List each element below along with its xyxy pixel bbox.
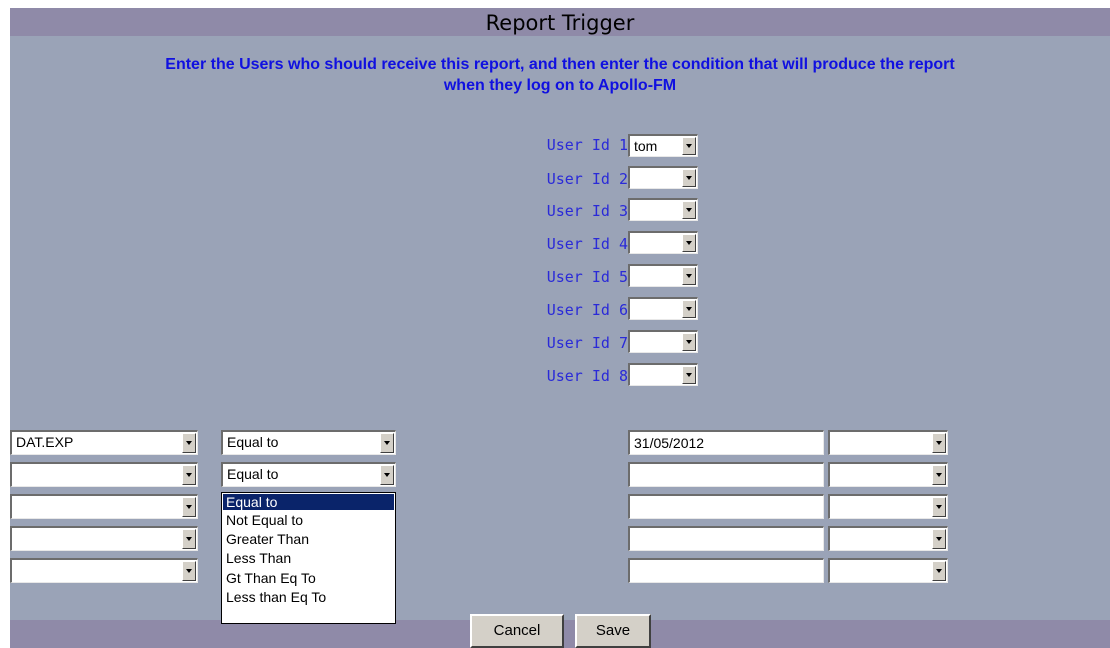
condition-value-input-1[interactable]: 31/05/2012 xyxy=(628,430,824,455)
condition-operator-value: Equal to xyxy=(227,434,279,450)
instructions-text: Enter the Users who should receive this … xyxy=(10,54,1110,96)
save-button[interactable]: Save xyxy=(575,614,651,648)
chevron-down-icon[interactable] xyxy=(682,201,696,219)
user-id-label: User Id 5 xyxy=(546,268,628,286)
user-id-select-5[interactable] xyxy=(628,264,698,287)
dropdown-option-less-than[interactable]: Less Than xyxy=(223,550,394,566)
chevron-down-icon[interactable] xyxy=(682,333,696,351)
user-id-label: User Id 2 xyxy=(546,170,628,188)
condition-value-text: 31/05/2012 xyxy=(634,435,705,451)
user-id-label: User Id 1 xyxy=(546,136,628,154)
user-row-5: User Id 5 xyxy=(510,264,628,288)
user-id-label: User Id 8 xyxy=(546,367,628,385)
user-row-3: User Id 3 xyxy=(510,198,628,222)
chevron-down-icon[interactable] xyxy=(932,465,946,485)
chevron-down-icon[interactable] xyxy=(182,497,196,517)
chevron-down-icon[interactable] xyxy=(932,529,946,549)
dropdown-option-greater-than[interactable]: Greater Than xyxy=(223,531,394,547)
condition-operator-select-1[interactable]: Equal to xyxy=(221,430,396,455)
operator-dropdown-list[interactable]: Equal to Not Equal to Greater Than Less … xyxy=(221,492,396,624)
condition-field-value: DAT.EXP xyxy=(16,434,74,450)
user-id-label: User Id 3 xyxy=(546,202,628,220)
user-id-select-3[interactable] xyxy=(628,198,698,221)
chevron-down-icon[interactable] xyxy=(182,529,196,549)
user-row-7: User Id 7 xyxy=(510,330,628,354)
condition-connector-select-5[interactable] xyxy=(828,558,948,583)
condition-field-select-1[interactable]: DAT.EXP xyxy=(10,430,198,455)
user-row-2: User Id 2 xyxy=(510,166,628,190)
chevron-down-icon[interactable] xyxy=(380,433,394,453)
condition-field-select-5[interactable] xyxy=(10,558,198,583)
chevron-down-icon[interactable] xyxy=(380,465,394,485)
chevron-down-icon[interactable] xyxy=(182,433,196,453)
condition-connector-select-4[interactable] xyxy=(828,526,948,551)
report-trigger-window: Report Trigger Enter the Users who shoul… xyxy=(10,8,1110,648)
chevron-down-icon[interactable] xyxy=(932,433,946,453)
user-id-select-8[interactable] xyxy=(628,363,698,386)
dropdown-option-less-than-eq-to[interactable]: Less than Eq To xyxy=(223,589,394,605)
chevron-down-icon[interactable] xyxy=(682,267,696,285)
dropdown-option-gt-than-eq-to[interactable]: Gt Than Eq To xyxy=(223,570,394,586)
dropdown-option-equal-to[interactable]: Equal to xyxy=(223,494,394,510)
condition-operator-select-2[interactable]: Equal to xyxy=(221,462,396,487)
condition-field-select-3[interactable] xyxy=(10,494,198,519)
chevron-down-icon[interactable] xyxy=(682,169,696,187)
condition-value-input-3[interactable] xyxy=(628,494,824,519)
condition-connector-select-2[interactable] xyxy=(828,462,948,487)
user-row-6: User Id 6 xyxy=(510,297,628,321)
condition-field-select-2[interactable] xyxy=(10,462,198,487)
condition-operator-value: Equal to xyxy=(227,466,279,482)
user-row-1: User Id 1 xyxy=(510,132,628,156)
condition-connector-select-3[interactable] xyxy=(828,494,948,519)
user-row-4: User Id 4 xyxy=(510,231,628,255)
user-id-label: User Id 7 xyxy=(546,334,628,352)
dropdown-option-not-equal-to[interactable]: Not Equal to xyxy=(223,512,394,528)
condition-connector-select-1[interactable] xyxy=(828,430,948,455)
cancel-button[interactable]: Cancel xyxy=(470,614,564,648)
chevron-down-icon[interactable] xyxy=(182,561,196,581)
user-id-label: User Id 6 xyxy=(546,301,628,319)
condition-value-input-4[interactable] xyxy=(628,526,824,551)
chevron-down-icon[interactable] xyxy=(682,366,696,384)
title-bar: Report Trigger xyxy=(10,8,1110,36)
chevron-down-icon[interactable] xyxy=(682,137,696,155)
chevron-down-icon[interactable] xyxy=(932,561,946,581)
user-id-select-1[interactable]: tom xyxy=(628,134,698,157)
condition-value-input-2[interactable] xyxy=(628,462,824,487)
user-id-select-6[interactable] xyxy=(628,297,698,320)
user-id-label: User Id 4 xyxy=(546,235,628,253)
condition-field-select-4[interactable] xyxy=(10,526,198,551)
user-id-select-2[interactable] xyxy=(628,166,698,189)
instructions-line-2: when they log on to Apollo-FM xyxy=(443,77,677,94)
user-row-8: User Id 8 xyxy=(510,363,628,387)
chevron-down-icon[interactable] xyxy=(182,465,196,485)
condition-value-input-5[interactable] xyxy=(628,558,824,583)
chevron-down-icon[interactable] xyxy=(682,300,696,318)
chevron-down-icon[interactable] xyxy=(932,497,946,517)
page-title: Report Trigger xyxy=(485,11,635,35)
chevron-down-icon[interactable] xyxy=(682,234,696,252)
instructions-line-1: Enter the Users who should receive this … xyxy=(165,56,955,73)
user-id-select-4[interactable] xyxy=(628,231,698,254)
user-id-select-7[interactable] xyxy=(628,330,698,353)
user-id-value: tom xyxy=(634,138,658,154)
